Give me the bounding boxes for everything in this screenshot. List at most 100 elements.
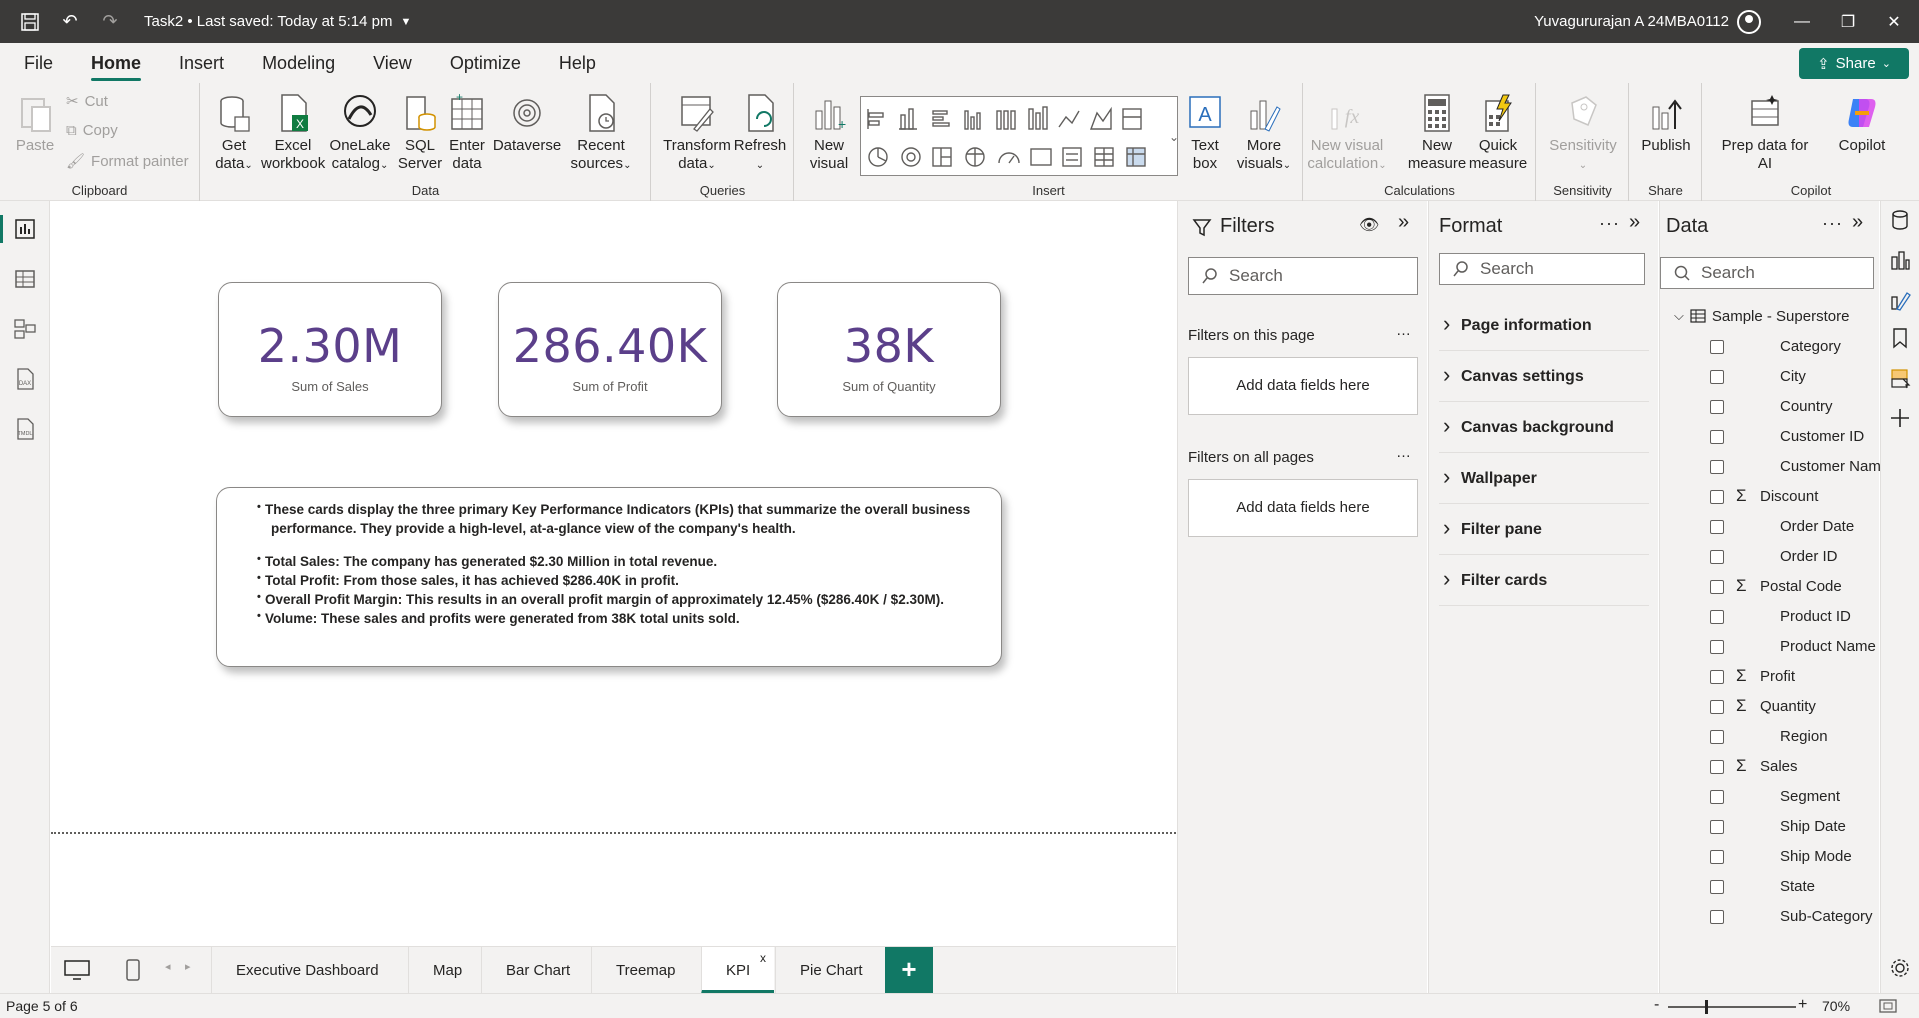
collapse-format-icon[interactable]: » [1629, 211, 1640, 234]
dax-query-view-icon[interactable]: DAX [13, 367, 37, 391]
fit-to-page-icon[interactable] [1878, 998, 1898, 1014]
publish-button[interactable]: Publish [1634, 93, 1698, 155]
format-section-filter-cards[interactable]: Filter cards [1439, 554, 1649, 606]
more-options-icon[interactable]: ··· [1599, 213, 1620, 234]
menu-tab-insert[interactable]: Insert [179, 43, 224, 83]
field-checkbox[interactable] [1710, 760, 1724, 774]
zoom-level[interactable]: 70% [1822, 998, 1850, 1014]
page-tab-map[interactable]: Map [408, 947, 486, 994]
table-view-icon[interactable] [13, 267, 37, 291]
table-sample-superstore[interactable]: ⌵ Sample - Superstore [1674, 305, 1849, 327]
enter-data-button[interactable]: + Enter data [445, 93, 489, 173]
menu-tab-home[interactable]: Home [91, 43, 142, 83]
format-search-input[interactable]: Search [1439, 253, 1645, 285]
field-checkbox[interactable] [1710, 670, 1724, 684]
zoom-slider[interactable] [1668, 1006, 1796, 1008]
add-page-button[interactable]: + [885, 947, 933, 994]
scroll-left-icon[interactable]: ◂ [165, 960, 171, 973]
new-visual-button[interactable]: + New visual [803, 93, 855, 173]
format-section-canvas-background[interactable]: Canvas background [1439, 401, 1649, 453]
restore-icon[interactable]: ❐ [1825, 0, 1871, 43]
copy-button[interactable]: ⧉ Copy [66, 122, 118, 139]
get-data-button[interactable]: Get data⌄ [209, 93, 259, 175]
mobile-layout-icon[interactable] [125, 958, 141, 982]
field-checkbox[interactable] [1710, 850, 1724, 864]
filters-search-input[interactable]: Search [1188, 257, 1418, 295]
cut-button[interactable]: ✂ Cut [66, 92, 108, 111]
field-checkbox[interactable] [1710, 610, 1724, 624]
zoom-in-button[interactable]: + [1798, 996, 1807, 1014]
field-checkbox[interactable] [1710, 340, 1724, 354]
field-checkbox[interactable] [1710, 910, 1724, 924]
field-checkbox[interactable] [1710, 730, 1724, 744]
model-view-icon[interactable] [13, 317, 37, 341]
dataverse-button[interactable]: Dataverse [491, 93, 563, 155]
zoom-slider-thumb[interactable] [1705, 1000, 1708, 1014]
kpi-card-quantity[interactable]: 38K Sum of Quantity [777, 282, 1001, 417]
format-section-canvas-settings[interactable]: Canvas settings [1439, 350, 1649, 402]
new-visual-calculation-button[interactable]: fx New visual calculation⌄ [1306, 93, 1388, 175]
user-name[interactable]: Yuvagururajan A 24MBA0112 [1534, 13, 1729, 30]
page-tab-pie-chart[interactable]: Pie Chart [775, 947, 887, 994]
visualizations-pane-icon[interactable] [1889, 249, 1911, 271]
field-checkbox[interactable] [1710, 490, 1724, 504]
chevron-down-icon[interactable]: ▼ [400, 16, 411, 28]
recent-sources-button[interactable]: Recent sources⌄ [565, 93, 637, 175]
page-tab-bar-chart[interactable]: Bar Chart [481, 947, 594, 994]
settings-gear-icon[interactable] [1889, 957, 1911, 979]
more-options-icon[interactable]: … [1396, 322, 1411, 339]
document-title[interactable]: Task2 • Last saved: Today at 5:14 pm [144, 13, 392, 30]
more-options-icon[interactable]: … [1396, 444, 1411, 461]
quick-measure-button[interactable]: Quick measure [1464, 93, 1532, 173]
sensitivity-button[interactable]: Sensitivity ⌄ [1541, 93, 1625, 175]
share-button[interactable]: ⇪ Share ⌄ [1799, 48, 1909, 79]
transform-data-button[interactable]: Transform data⌄ [660, 93, 734, 175]
data-pane-icon[interactable] [1889, 209, 1911, 231]
tmdl-view-icon[interactable]: TMDL [13, 417, 37, 441]
menu-tab-optimize[interactable]: Optimize [450, 43, 521, 83]
menu-tab-file[interactable]: File [24, 43, 53, 83]
filters-page-drop-zone[interactable]: Add data fields here [1188, 357, 1418, 415]
menu-tab-modeling[interactable]: Modeling [262, 43, 335, 83]
field-checkbox[interactable] [1710, 790, 1724, 804]
redo-icon[interactable]: ↷ [90, 0, 130, 43]
page-tab-executive-dashboard[interactable]: Executive Dashboard [211, 947, 403, 994]
close-page-icon[interactable]: x [760, 951, 766, 965]
prep-data-for-ai-button[interactable]: Prep data for AI [1711, 93, 1819, 173]
filters-all-pages-drop-zone[interactable]: Add data fields here [1188, 479, 1418, 537]
save-icon[interactable] [10, 0, 50, 43]
refresh-button[interactable]: Refresh ⌄ [732, 93, 788, 175]
collapse-filters-icon[interactable]: » [1398, 211, 1409, 234]
close-icon[interactable]: ✕ [1871, 0, 1917, 43]
zoom-out-button[interactable]: - [1654, 996, 1659, 1014]
menu-tab-help[interactable]: Help [559, 43, 596, 83]
avatar[interactable] [1737, 10, 1761, 34]
undo-icon[interactable]: ↶ [50, 0, 90, 43]
more-options-icon[interactable]: ··· [1822, 213, 1843, 234]
field-checkbox[interactable] [1710, 700, 1724, 714]
selection-pane-icon[interactable] [1889, 367, 1911, 389]
text-box-button[interactable]: A Text box [1183, 93, 1227, 173]
field-checkbox[interactable] [1710, 880, 1724, 894]
kpi-summary-textbox[interactable]: These cards display the three primary Ke… [216, 487, 1002, 667]
visualization-gallery[interactable]: ⌄ [860, 96, 1179, 176]
kpi-card-profit[interactable]: 286.40K Sum of Profit [498, 282, 722, 417]
collapse-data-icon[interactable]: » [1852, 211, 1863, 234]
onelake-catalog-button[interactable]: OneLake catalog⌄ [327, 93, 393, 175]
desktop-layout-icon[interactable] [63, 959, 91, 981]
bookmark-icon[interactable] [1889, 327, 1911, 349]
field-checkbox[interactable] [1710, 550, 1724, 564]
page-tab-treemap[interactable]: Treemap [591, 947, 699, 994]
excel-workbook-button[interactable]: X Excel workbook [261, 93, 325, 173]
paste-button[interactable]: Paste [14, 93, 56, 155]
format-section-page-information[interactable]: Page information [1439, 299, 1649, 351]
report-view-icon[interactable] [13, 217, 37, 241]
data-search-input[interactable]: Search [1660, 257, 1874, 289]
eye-icon[interactable]: 👁 [1359, 215, 1379, 235]
field-checkbox[interactable] [1710, 640, 1724, 654]
scroll-right-icon[interactable]: ▸ [185, 960, 191, 973]
minimize-icon[interactable]: — [1779, 0, 1825, 43]
add-pane-icon[interactable] [1889, 407, 1911, 429]
copilot-button[interactable]: Copilot [1829, 93, 1895, 155]
format-painter-button[interactable]: 🖌 Format painter [66, 152, 189, 171]
